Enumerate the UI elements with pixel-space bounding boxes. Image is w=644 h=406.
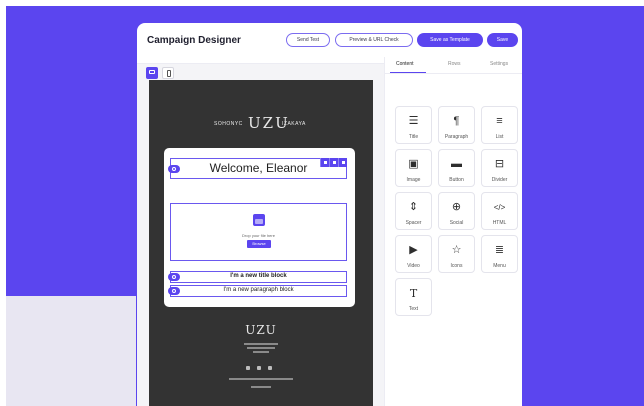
divider-icon: ⊟ bbox=[494, 158, 505, 170]
tile-label: Social bbox=[449, 220, 464, 226]
footer-logo: UZU bbox=[245, 323, 277, 337]
tile-label: Text bbox=[408, 306, 419, 312]
brand-tagline: IZAKAYA bbox=[282, 121, 306, 127]
html-icon: </> bbox=[493, 203, 506, 212]
brand-location: SOHONYC bbox=[214, 121, 243, 127]
save-icon[interactable] bbox=[320, 158, 329, 167]
tile-text[interactable]: T Text bbox=[395, 278, 432, 316]
social-icon[interactable] bbox=[246, 366, 250, 370]
social-icon[interactable] bbox=[268, 366, 272, 370]
tile-button[interactable]: ▬ Button bbox=[438, 149, 475, 187]
tile-social[interactable]: ⊕ Social bbox=[438, 192, 475, 230]
active-tab-indicator bbox=[390, 72, 426, 73]
tile-title[interactable]: ☰ Title bbox=[395, 106, 432, 144]
preview-url-check-button[interactable]: Preview & URL Check bbox=[335, 33, 413, 47]
footer-address-line bbox=[149, 347, 373, 349]
tile-menu[interactable]: ≣ Menu bbox=[481, 235, 518, 273]
desktop-view-button[interactable] bbox=[146, 67, 158, 79]
tile-paragraph[interactable]: ¶ Paragraph bbox=[438, 106, 475, 144]
button-icon: ▬ bbox=[451, 158, 462, 170]
video-icon: ▶ bbox=[409, 244, 418, 256]
social-icon[interactable] bbox=[257, 366, 261, 370]
row-toolbar bbox=[320, 158, 347, 167]
desktop-icon bbox=[149, 70, 155, 74]
tile-video[interactable]: ▶ Video bbox=[395, 235, 432, 273]
email-content-card: Welcome, Eleanor Drop your file here Bro… bbox=[164, 148, 355, 307]
image-drop-zone[interactable]: Drop your file here Browse bbox=[170, 203, 347, 261]
menu-icon: ≣ bbox=[494, 244, 505, 256]
save-button[interactable]: Save bbox=[487, 33, 518, 47]
selected-title-row[interactable]: Welcome, Eleanor bbox=[168, 158, 347, 179]
tab-rows[interactable]: Rows bbox=[448, 61, 461, 67]
new-title-text[interactable]: I'm a new title block bbox=[171, 273, 346, 279]
tile-label: Title bbox=[408, 134, 419, 140]
new-title-block[interactable]: I'm a new title block bbox=[168, 271, 347, 283]
star-icon: ☆ bbox=[451, 244, 462, 256]
paragraph-icon: ¶ bbox=[453, 115, 460, 127]
tile-label: List bbox=[495, 134, 504, 140]
image-icon: ▣ bbox=[408, 158, 419, 170]
tile-icons[interactable]: ☆ Icons bbox=[438, 235, 475, 273]
backdrop-panel bbox=[6, 296, 136, 406]
tile-label: Paragraph bbox=[444, 134, 469, 140]
tile-image[interactable]: ▣ Image bbox=[395, 149, 432, 187]
tab-content[interactable]: Content bbox=[396, 61, 414, 67]
tile-html[interactable]: </> HTML bbox=[481, 192, 518, 230]
footer-legal bbox=[149, 386, 373, 388]
social-icon: ⊕ bbox=[451, 201, 462, 213]
new-paragraph-block[interactable]: I'm a new paragraph block bbox=[168, 285, 347, 297]
list-icon: ≡ bbox=[496, 115, 503, 127]
app-title: Campaign Designer bbox=[147, 35, 241, 46]
footer-address-line bbox=[149, 351, 373, 353]
app-header: Campaign Designer Send Test Preview & UR… bbox=[137, 23, 522, 57]
delete-icon[interactable] bbox=[338, 158, 347, 167]
tile-label: Icons bbox=[450, 263, 463, 269]
tile-label: Divider bbox=[491, 177, 508, 183]
panel-tabs: Content Rows Settings bbox=[385, 57, 522, 74]
content-panel: Content Rows Settings ☰ Title ¶ Paragrap… bbox=[384, 57, 522, 406]
tile-list[interactable]: ≡ List bbox=[481, 106, 518, 144]
footer-address-line bbox=[149, 343, 373, 345]
duplicate-icon[interactable] bbox=[329, 158, 338, 167]
tile-label: Image bbox=[406, 177, 421, 183]
tab-settings[interactable]: Settings bbox=[490, 61, 508, 67]
text-icon: T bbox=[409, 287, 418, 300]
campaign-designer-window: Campaign Designer Send Test Preview & UR… bbox=[137, 23, 522, 406]
email-preview: SOHONYC UZU IZAKAYA Welcome, Eleanor Dro… bbox=[149, 80, 373, 406]
tile-label: Spacer bbox=[405, 220, 422, 226]
tile-label: HTML bbox=[492, 220, 507, 226]
email-brand-header: SOHONYC UZU IZAKAYA bbox=[149, 114, 373, 134]
drop-file-text: Drop your file here bbox=[242, 233, 275, 238]
tile-label: Menu bbox=[493, 263, 506, 269]
mobile-view-button[interactable] bbox=[162, 67, 174, 79]
tile-label: Video bbox=[407, 263, 420, 269]
tile-spacer[interactable]: ⇕ Spacer bbox=[395, 192, 432, 230]
mobile-icon bbox=[167, 70, 171, 77]
save-as-template-button[interactable]: Save as Template bbox=[417, 33, 483, 47]
image-upload-icon bbox=[253, 214, 265, 226]
spacer-icon: ⇕ bbox=[408, 201, 419, 213]
new-paragraph-text[interactable]: I'm a new paragraph block bbox=[171, 287, 346, 293]
title-icon: ☰ bbox=[408, 115, 419, 127]
browse-button[interactable]: Browse bbox=[247, 240, 271, 248]
send-test-button[interactable]: Send Test bbox=[286, 33, 330, 47]
tile-divider[interactable]: ⊟ Divider bbox=[481, 149, 518, 187]
footer-links bbox=[149, 378, 373, 380]
tile-label: Button bbox=[449, 177, 464, 183]
